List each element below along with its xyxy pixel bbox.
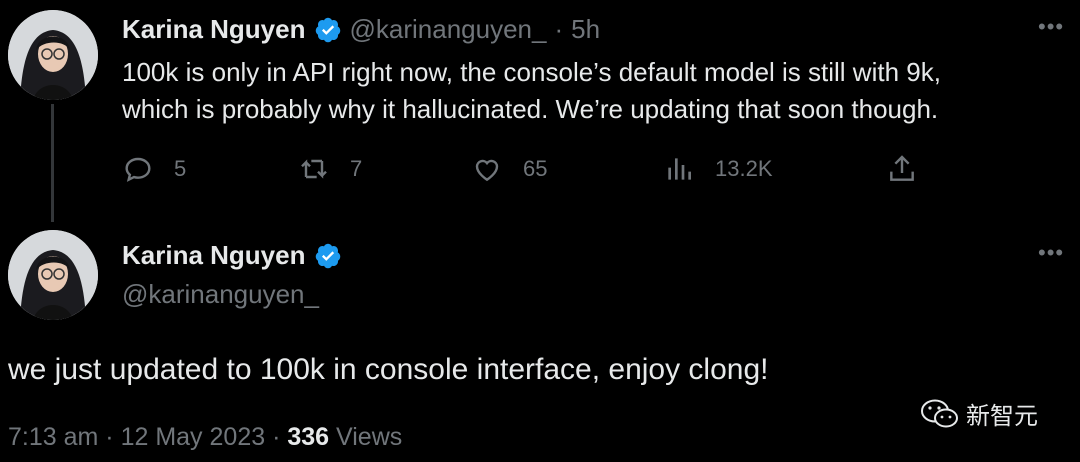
author-name[interactable]: Karina Nguyen (122, 240, 306, 271)
tweet-age[interactable]: 5h (571, 14, 600, 45)
thread-line (51, 104, 54, 222)
author-handle[interactable]: @karinanguyen_ (350, 14, 547, 45)
tweet-time[interactable]: 7:13 am (8, 423, 98, 451)
views-button[interactable]: 13.2K (663, 153, 773, 185)
retweet-icon (301, 159, 327, 179)
wechat-icon (921, 399, 958, 427)
more-options-icon[interactable]: ••• (1038, 14, 1064, 40)
more-options-icon[interactable]: ••• (1038, 240, 1064, 266)
views-icon (668, 158, 691, 180)
avatar[interactable] (8, 10, 98, 100)
retweet-count: 7 (350, 156, 363, 181)
meta-dot: · (105, 423, 114, 451)
like-icon (475, 159, 499, 182)
avatar[interactable] (8, 230, 98, 320)
author-handle[interactable]: @karinanguyen_ (122, 279, 319, 310)
tweet-meta: 7:13 am · 12 May 2023 · 336 Views (8, 423, 402, 452)
meta-dot: · (272, 423, 281, 451)
reply-icon (125, 157, 151, 182)
author-name[interactable]: Karina Nguyen (122, 14, 306, 45)
like-count: 65 (523, 156, 548, 181)
watermark: 新智元 (920, 396, 1038, 431)
views-label: Views (336, 423, 403, 451)
reply-button[interactable]: 5 (122, 153, 186, 185)
separator-dot: · (554, 14, 564, 44)
reply-text-line-1: 100k is only in API right now, the conso… (122, 57, 941, 87)
reply-tweet-text: 100k is only in API right now, the conso… (122, 54, 1052, 128)
views-count: 13.2K (715, 156, 773, 181)
verified-badge-icon (315, 17, 340, 42)
views-number: 336 (287, 423, 330, 451)
like-button[interactable]: 65 (471, 153, 547, 185)
watermark-text: 新智元 (966, 403, 1038, 430)
retweet-button[interactable]: 7 (298, 153, 362, 185)
share-button[interactable] (886, 153, 918, 185)
main-tweet-text: we just updated to 100k in console inter… (8, 353, 769, 386)
reply-count: 5 (174, 156, 187, 181)
verified-badge-icon (315, 243, 340, 268)
tweet-date[interactable]: 12 May 2023 (121, 423, 266, 451)
share-icon (890, 155, 914, 181)
reply-text-line-2: which is probably why it hallucinated. W… (122, 94, 939, 124)
